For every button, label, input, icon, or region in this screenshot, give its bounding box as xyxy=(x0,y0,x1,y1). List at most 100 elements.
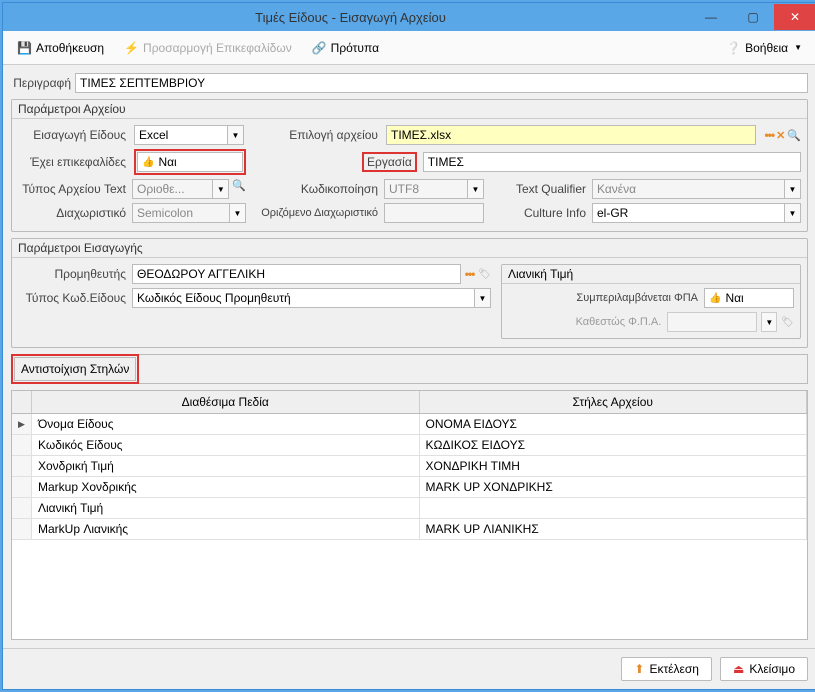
chevron-down-icon[interactable]: ▼ xyxy=(475,288,491,308)
titlebar: Τιμές Είδους - Εισαγωγή Αρχείου ― ▢ ✕ xyxy=(3,3,815,31)
vat-status-label: Καθεστώς Φ.Π.Α. xyxy=(508,316,663,328)
table-row[interactable]: ▶Όνομα ΕίδουςΟΝΟΜΑ ΕΙΔΟΥΣ xyxy=(12,414,807,435)
code-type-input[interactable] xyxy=(132,288,475,308)
table-row[interactable]: Χονδρική ΤιμήΧΟΝΔΡΙΚΗ ΤΙΜΗ xyxy=(12,456,807,477)
save-label: Αποθήκευση xyxy=(36,41,104,55)
chevron-down-icon[interactable]: ▼ xyxy=(785,203,801,223)
culture-combo[interactable]: ▼ xyxy=(592,203,801,223)
row-marker xyxy=(12,435,32,455)
file-select-actions: ••• ✕ 🔍 xyxy=(764,128,801,142)
templates-button[interactable]: 🔗 Πρότυπα xyxy=(306,37,385,59)
vat-status-input xyxy=(667,312,757,332)
headers-adjust-label: Προσαρμογή Επικεφαλίδων xyxy=(143,41,292,55)
chevron-down-icon: ▼ xyxy=(785,179,801,199)
window-title: Τιμές Είδους - Εισαγωγή Αρχείου xyxy=(11,10,690,25)
headers-adjust-button: ⚡ Προσαρμογή Επικεφαλίδων xyxy=(118,37,298,59)
table-header: Διαθέσιμα Πεδία Στήλες Αρχείου xyxy=(12,391,807,414)
close-button[interactable]: ✕ xyxy=(774,4,815,30)
text-qualifier-input xyxy=(592,179,785,199)
custom-delimiter-label: Οριζόμενο Διαχωριστικό xyxy=(250,207,380,219)
description-input[interactable] xyxy=(75,73,808,93)
templates-label: Πρότυπα xyxy=(331,41,379,55)
toolbar: 💾 Αποθήκευση ⚡ Προσαρμογή Επικεφαλίδων 🔗… xyxy=(3,31,815,65)
encoding-combo[interactable]: ▼ xyxy=(384,179,484,199)
description-row: Περιγραφή xyxy=(11,73,808,93)
cell-field: Όνομα Είδους xyxy=(32,414,420,434)
row-marker xyxy=(12,498,32,518)
bolt-icon: ⚡ xyxy=(124,41,139,55)
search-icon[interactable]: 🔍 xyxy=(232,179,246,199)
work-label: Εργασία xyxy=(365,155,414,169)
execute-button[interactable]: ⬆ Εκτέλεση xyxy=(621,657,712,681)
file-select-input[interactable] xyxy=(386,125,756,145)
save-button[interactable]: 💾 Αποθήκευση xyxy=(11,37,110,59)
highlight-mapping-title: Αντιστοίχιση Στηλών xyxy=(11,354,139,384)
culture-input[interactable] xyxy=(592,203,785,223)
table-row[interactable]: Markup ΧονδρικήςMARK UP ΧΟΝΔΡΙΚΗΣ xyxy=(12,477,807,498)
row-marker xyxy=(12,519,32,539)
chevron-down-icon: ▼ xyxy=(761,312,777,332)
tag-icon[interactable]: 🏷 xyxy=(478,269,491,280)
table-body: ▶Όνομα ΕίδουςΟΝΟΜΑ ΕΙΔΟΥΣΚωδικός ΕίδουςΚ… xyxy=(12,414,807,540)
culture-label: Culture Info xyxy=(488,206,588,220)
table-row[interactable]: MarkUp ΛιανικήςMARK UP ΛΙΑΝΙΚΗΣ xyxy=(12,519,807,540)
cell-field: Markup Χονδρικής xyxy=(32,477,420,497)
delimiter-label: Διαχωριστικό xyxy=(18,206,128,220)
row-marker: ▶ xyxy=(12,414,32,434)
cell-file-col: ΚΩΔΙΚΟΣ ΕΙΔΟΥΣ xyxy=(420,435,808,455)
cell-file-col: ΧΟΝΔΡΙΚΗ ΤΙΜΗ xyxy=(420,456,808,476)
minimize-button[interactable]: ― xyxy=(690,4,732,30)
highlight-work-label: Εργασία xyxy=(362,152,417,172)
content: Περιγραφή Παράμετροι Αρχείου Εισαγωγή Εί… xyxy=(3,65,815,648)
cell-field: Χονδρική Τιμή xyxy=(32,456,420,476)
supplier-input[interactable] xyxy=(132,264,461,284)
cell-field: Κωδικός Είδους xyxy=(32,435,420,455)
vat-included-toggle[interactable]: 👍 Ναι xyxy=(704,288,794,308)
encoding-input xyxy=(384,179,468,199)
text-type-combo[interactable]: ▼ xyxy=(132,179,229,199)
ellipsis-icon[interactable]: ••• xyxy=(764,128,774,142)
file-select-label: Επιλογή αρχείου xyxy=(250,128,380,142)
maximize-button[interactable]: ▢ xyxy=(732,4,774,30)
chevron-down-icon: ▼ xyxy=(794,43,802,52)
has-headers-label: Έχει επικεφαλίδες xyxy=(18,155,128,169)
close-label: Κλείσιμο xyxy=(749,662,795,676)
code-type-combo[interactable]: ▼ xyxy=(132,288,491,308)
import-params-group: Παράμετροι Εισαγωγής Προμηθευτής ••• 🏷 Τ… xyxy=(11,238,808,348)
text-qualifier-label: Text Qualifier xyxy=(488,182,588,196)
file-params-group: Παράμετροι Αρχείου Εισαγωγή Είδους ▼ Επι… xyxy=(11,99,808,232)
mapping-table: Διαθέσιμα Πεδία Στήλες Αρχείου ▶Όνομα Εί… xyxy=(11,390,808,640)
delimiter-combo[interactable]: ▼ xyxy=(132,203,246,223)
search-icon[interactable]: 🔍 xyxy=(787,129,801,142)
import-type-label: Εισαγωγή Είδους xyxy=(18,128,128,142)
row-marker xyxy=(12,477,32,497)
text-type-label: Τύπος Αρχείου Text xyxy=(18,182,128,196)
delimiter-input xyxy=(132,203,230,223)
clear-icon[interactable]: ✕ xyxy=(776,129,785,142)
upload-icon: ⬆ xyxy=(634,662,644,676)
help-label: Βοήθεια xyxy=(745,41,788,55)
chevron-down-icon: ▼ xyxy=(213,179,229,199)
text-qualifier-combo[interactable]: ▼ xyxy=(592,179,801,199)
import-type-combo[interactable]: ▼ xyxy=(134,125,244,145)
work-input[interactable] xyxy=(423,152,801,172)
chevron-down-icon[interactable]: ▼ xyxy=(228,125,244,145)
footer: ⬆ Εκτέλεση ⏏ Κλείσιμο xyxy=(3,648,815,689)
cell-file-col: MARK UP ΧΟΝΔΡΙΚΗΣ xyxy=(420,477,808,497)
encoding-label: Κωδικοποίηση xyxy=(250,182,380,196)
col-file: Στήλες Αρχείου xyxy=(420,391,808,413)
supplier-label: Προμηθευτής xyxy=(18,267,128,281)
chevron-down-icon: ▼ xyxy=(230,203,246,223)
close-dialog-button[interactable]: ⏏ Κλείσιμο xyxy=(720,657,808,681)
retail-price-title: Λιανική Τιμή xyxy=(502,265,800,284)
help-icon: ❔ xyxy=(726,41,741,55)
has-headers-toggle[interactable]: 👍 Ναι xyxy=(137,152,243,172)
import-type-input[interactable] xyxy=(134,125,228,145)
help-button[interactable]: ❔ Βοήθεια ▼ xyxy=(720,37,808,59)
table-row[interactable]: Κωδικός ΕίδουςΚΩΔΙΚΟΣ ΕΙΔΟΥΣ xyxy=(12,435,807,456)
table-row[interactable]: Λιανική Τιμή xyxy=(12,498,807,519)
execute-label: Εκτέλεση xyxy=(649,662,699,676)
thumb-up-icon: 👍 xyxy=(709,293,721,304)
tag-icon[interactable]: 🏷 xyxy=(781,317,794,328)
ellipsis-icon[interactable]: ••• xyxy=(465,267,475,281)
